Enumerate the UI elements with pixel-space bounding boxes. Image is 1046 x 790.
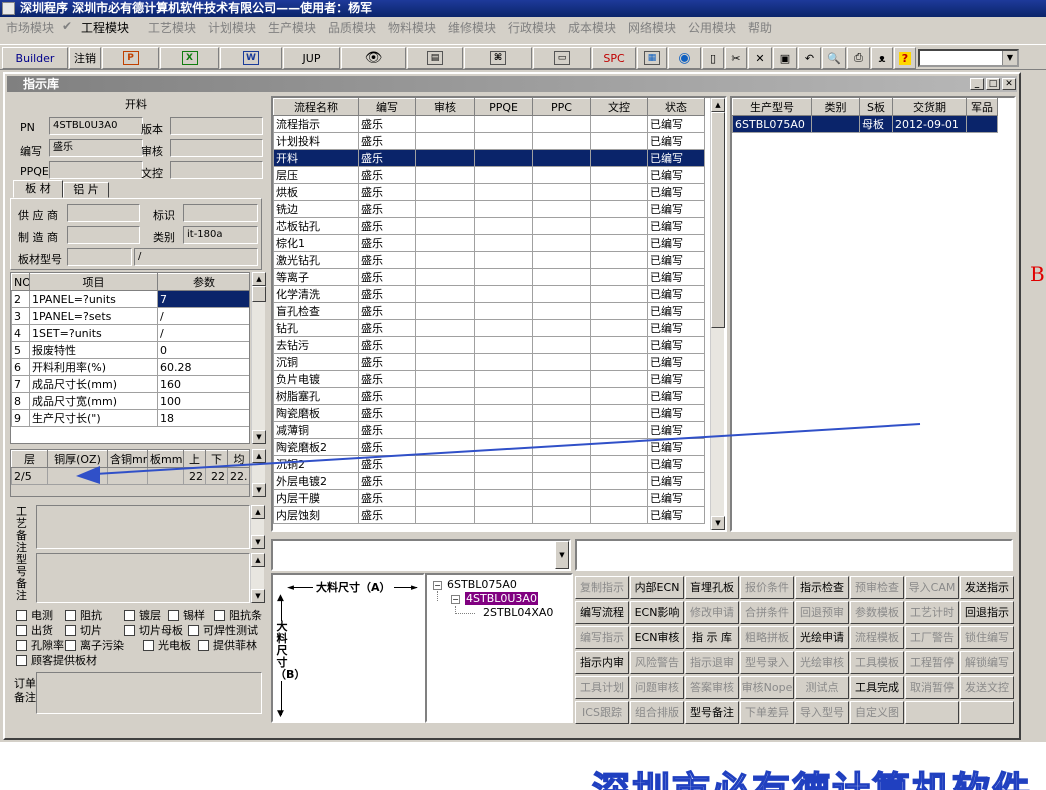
arrow-head-icon	[76, 466, 100, 484]
annotation-arrow	[76, 423, 921, 484]
desktop-background: 深圳市必有德计算机软件	[0, 742, 1046, 790]
arrow-line	[94, 423, 921, 475]
watermark-text: 深圳市必有德计算机软件	[591, 760, 1032, 790]
side-letter: B	[1030, 262, 1045, 286]
